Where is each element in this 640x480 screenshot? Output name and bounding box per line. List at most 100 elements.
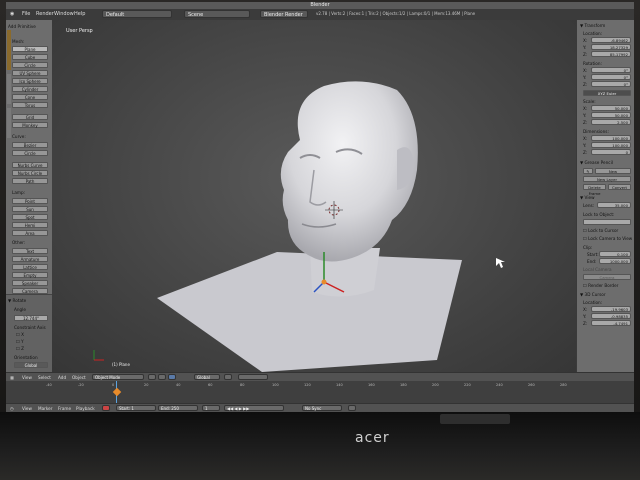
lock-camera-checkbox[interactable]: ☐ Lock Camera to View: [583, 236, 632, 241]
frame-start-field[interactable]: Start: 1: [116, 405, 156, 411]
lens-field[interactable]: 35.000: [597, 202, 631, 208]
shading-icon[interactable]: [148, 374, 156, 380]
add-primitive-header[interactable]: Add Primitive: [8, 24, 36, 29]
3d-cursor-header[interactable]: ▼ 3D Cursor: [580, 292, 606, 297]
marker-menu[interactable]: Marker: [38, 406, 52, 411]
rotation-mode-select[interactable]: XYZ Euler: [583, 90, 631, 96]
add-lattice-button[interactable]: Lattice: [12, 264, 48, 270]
transform-header[interactable]: ▼ Transform: [580, 23, 605, 28]
view-menu[interactable]: View: [22, 375, 32, 380]
add-monkey-button[interactable]: Monkey: [12, 122, 48, 128]
grease-new-button[interactable]: New: [595, 168, 631, 174]
render-border-checkbox[interactable]: ☐ Render Border: [583, 283, 618, 288]
scale-z-field[interactable]: 2.500: [591, 119, 631, 125]
add-text-button[interactable]: Text: [12, 248, 48, 254]
tab-relations[interactable]: [7, 108, 11, 138]
timeline-editor-icon[interactable]: ◷: [10, 406, 14, 411]
add-grid-button[interactable]: Grid: [12, 114, 48, 120]
screen-layout-select[interactable]: Default: [102, 10, 172, 18]
object-menu[interactable]: Object: [72, 375, 86, 380]
menu-render[interactable]: Render: [36, 11, 54, 17]
add-bezier-button[interactable]: Bezier: [12, 142, 48, 148]
lock-cursor-checkbox[interactable]: ☐ Lock to Cursor: [583, 228, 618, 233]
layers-icon[interactable]: [224, 374, 232, 380]
keyframe-marker[interactable]: [112, 387, 122, 397]
delete-frame-button[interactable]: Delete Frame: [583, 184, 606, 196]
orientation-header-select[interactable]: Global: [194, 374, 220, 380]
pencil-icon[interactable]: ✎: [583, 168, 593, 174]
scale-y-field[interactable]: 50.000: [591, 112, 631, 118]
current-frame-field[interactable]: 1: [202, 405, 220, 411]
timeline-view-menu[interactable]: View: [22, 406, 32, 411]
add-cone-button[interactable]: Cone: [12, 94, 48, 100]
new-layer-button[interactable]: New Layer: [583, 176, 631, 182]
location-y-field[interactable]: 18.27329: [591, 44, 631, 50]
rotation-y-field[interactable]: 0°: [591, 74, 631, 80]
blender-logo-icon[interactable]: ◉: [10, 11, 14, 17]
add-circle-button[interactable]: Circle: [12, 62, 48, 68]
add-speaker-button[interactable]: Speaker: [12, 280, 48, 286]
add-torus-button[interactable]: Torus: [12, 102, 48, 108]
convert-button[interactable]: Convert: [608, 184, 631, 190]
dimension-y-field[interactable]: 100.000: [591, 142, 631, 148]
rotation-x-field[interactable]: 0°: [591, 67, 631, 73]
playback-controls[interactable]: ◀◀ ◀ ▶ ▶▶: [224, 405, 284, 411]
add-nurbs-circle-button[interactable]: Nurbs Circle: [12, 170, 48, 176]
tab-create[interactable]: [7, 74, 11, 104]
lock-object-field[interactable]: [583, 219, 631, 225]
add-cylinder-button[interactable]: Cylinder: [12, 86, 48, 92]
add-area-lamp-button[interactable]: Area: [12, 230, 48, 236]
plane-mesh[interactable]: [157, 252, 462, 372]
manipulator-icon[interactable]: [168, 374, 176, 380]
add-point-lamp-button[interactable]: Point: [12, 198, 48, 204]
dimension-z-field[interactable]: 0: [591, 149, 631, 155]
add-empty-button[interactable]: Empty: [12, 272, 48, 278]
editor-type-icon[interactable]: ▦: [10, 375, 14, 380]
add-ico-sphere-button[interactable]: Ico Sphere: [12, 78, 48, 84]
frame-end-field[interactable]: End: 250: [158, 405, 198, 411]
add-menu[interactable]: Add: [58, 375, 66, 380]
record-icon[interactable]: [102, 405, 110, 411]
add-cube-button[interactable]: Cube: [12, 54, 48, 60]
orientation-select[interactable]: Global: [14, 362, 48, 368]
dimension-x-field[interactable]: 100.000: [591, 135, 631, 141]
render-engine-select[interactable]: Blender Render: [260, 10, 308, 18]
add-armature-button[interactable]: Armature: [12, 256, 48, 262]
keying-icon[interactable]: [348, 405, 356, 411]
scene-select[interactable]: Scene: [184, 10, 250, 18]
add-path-button[interactable]: Path: [12, 178, 48, 184]
mode-select[interactable]: Object Mode: [92, 374, 144, 380]
snap-select[interactable]: [238, 374, 268, 380]
clip-end-field[interactable]: 1000.000: [599, 258, 631, 264]
location-x-field[interactable]: -6.89462: [591, 37, 631, 43]
view-panel-header[interactable]: ▼ View: [580, 195, 595, 200]
grease-pencil-header[interactable]: ▼ Grease Pencil: [580, 160, 613, 165]
playback-menu[interactable]: Playback: [76, 406, 95, 411]
pivot-icon[interactable]: [158, 374, 166, 380]
frame-menu[interactable]: Frame: [58, 406, 71, 411]
add-sun-lamp-button[interactable]: Sun: [12, 206, 48, 212]
angle-field[interactable]: 12.744°: [14, 315, 48, 321]
rotate-header[interactable]: ▼ Rotate: [8, 298, 26, 303]
rotation-z-field[interactable]: 0°: [591, 81, 631, 87]
add-curve-circle-button[interactable]: Circle: [12, 150, 48, 156]
add-plane-button[interactable]: Plane: [12, 46, 48, 52]
add-spot-lamp-button[interactable]: Spot: [12, 214, 48, 220]
add-nurbs-curve-button[interactable]: Nurbs Curve: [12, 162, 48, 168]
axis-z-checkbox[interactable]: ☐ Z: [16, 346, 24, 351]
axis-y-checkbox[interactable]: ☐ Y: [16, 339, 24, 344]
menu-file[interactable]: File: [22, 11, 30, 17]
menu-help[interactable]: Help: [74, 11, 85, 17]
select-menu[interactable]: Select: [38, 375, 51, 380]
sync-select[interactable]: No Sync: [302, 405, 342, 411]
cursor-z-field[interactable]: -4.7491: [591, 320, 631, 326]
add-uv-sphere-button[interactable]: UV Sphere: [12, 70, 48, 76]
clip-start-field[interactable]: 0.100: [599, 251, 631, 257]
camera-field[interactable]: Camera: [583, 274, 631, 280]
tab-tools[interactable]: [7, 30, 11, 70]
cursor-y-field[interactable]: -0.98835: [591, 313, 631, 319]
scale-x-field[interactable]: 50.000: [591, 105, 631, 111]
add-hemi-lamp-button[interactable]: Hemi: [12, 222, 48, 228]
menu-window[interactable]: Window: [54, 11, 74, 17]
location-z-field[interactable]: 85.17992: [591, 51, 631, 57]
